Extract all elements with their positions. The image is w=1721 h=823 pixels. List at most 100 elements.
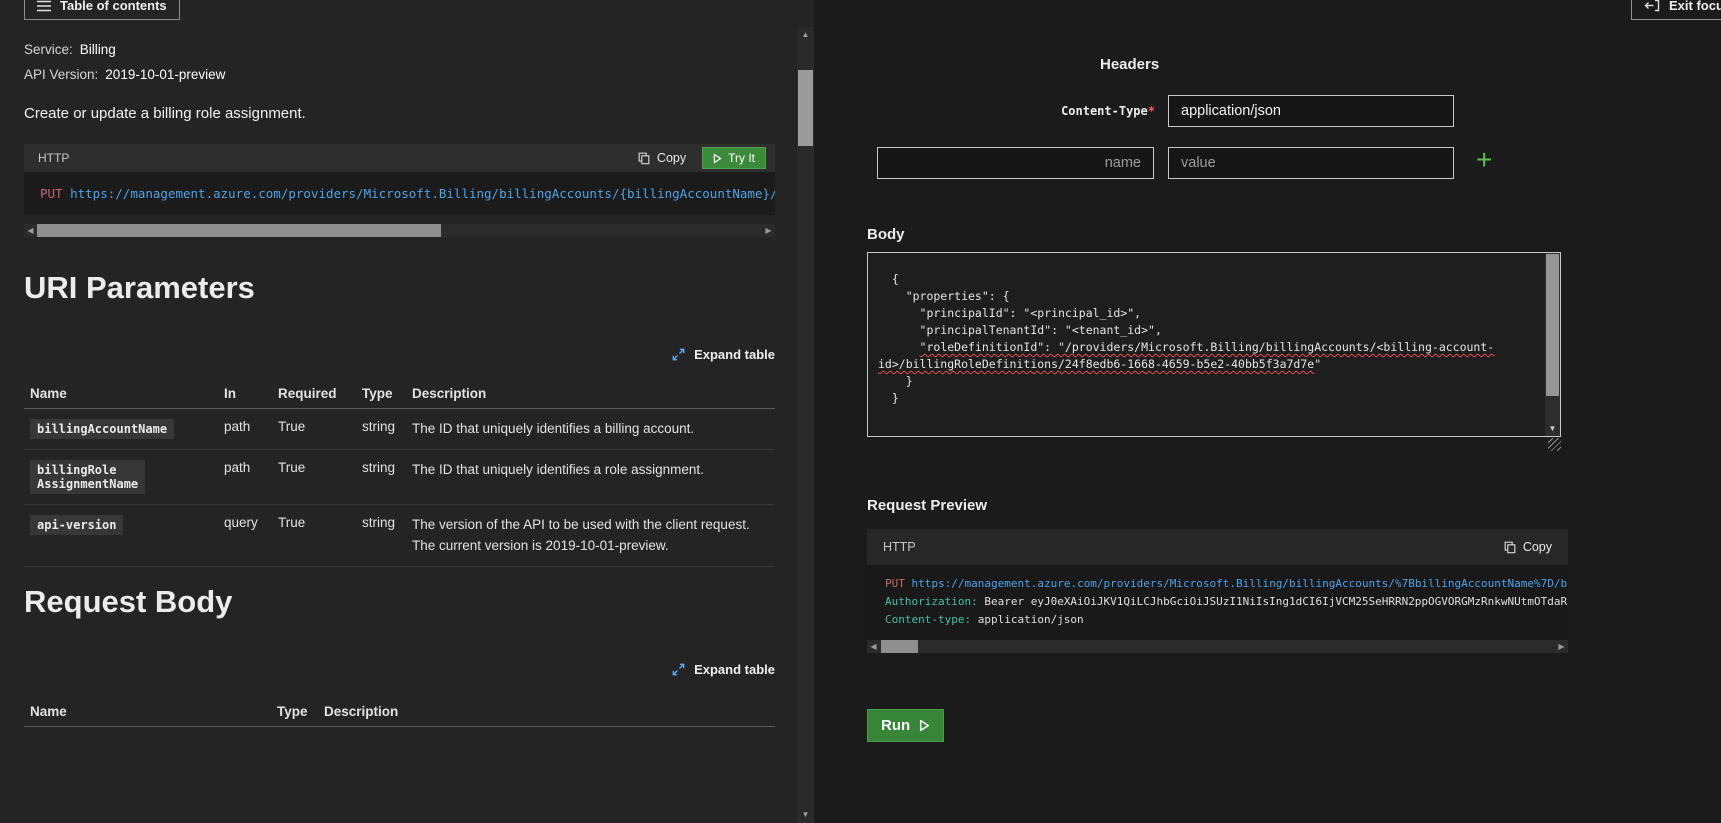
col-type: Type [277,704,324,719]
exit-focus-mode-button[interactable]: Exit focus m [1631,0,1721,20]
col-description: Description [412,386,775,401]
add-header-button[interactable]: + [1476,146,1492,174]
copy-label: Copy [1523,540,1552,554]
json-line: "principalTenantId": "<tenant_id>", [878,322,1541,339]
param-description: The ID that uniquely identifies a role a… [412,460,775,480]
textarea-resize-grip[interactable] [1548,438,1561,451]
run-label: Run [881,717,910,734]
copy-button[interactable]: Copy [1503,540,1552,554]
scroll-left-icon[interactable]: ◀ [867,640,880,653]
run-button[interactable]: Run [867,709,944,742]
json-line: "properties": { [878,288,1541,305]
try-it-console: Exit focus m Headers Content-Type* + Bod… [814,0,1721,823]
table-row: billingRole AssignmentName path True str… [24,450,775,505]
request-body-json[interactable]: { "properties": { "principalId": "<princ… [868,253,1545,436]
json-line: "principalId": "<principal_id>", [878,305,1541,322]
request-url: https://management.azure.com/providers/M… [70,186,775,201]
toc-label: Table of contents [60,0,167,13]
scroll-up-icon[interactable]: ▲ [797,28,814,42]
copy-icon [1503,540,1517,554]
doc-panel: Table of contents Service:Billing API Ve… [0,0,797,823]
code-language-label: HTTP [38,151,69,165]
header-value: Bearer eyJ0eXAiOiJKV1QiLCJhbGciOiJSUzI1N… [984,595,1568,608]
request-preview-code: PUT https://management.azure.com/provide… [867,565,1568,640]
content-type-label: Content-Type* [877,104,1155,118]
copy-button[interactable]: Copy [637,151,686,165]
header-key: Authorization: [885,595,978,608]
exit-focus-icon [1644,0,1660,12]
expand-table-request-body[interactable]: Expand table [24,662,775,677]
json-line: } [878,390,1541,407]
table-row: billingAccountName path True string The … [24,409,775,450]
scroll-down-icon[interactable]: ▼ [797,808,814,822]
json-line: id>/billingRoleDefinitions/24f8edb6-1668… [878,356,1541,373]
scroll-left-icon[interactable]: ◀ [24,224,37,237]
col-description: Description [324,704,775,719]
preview-header: HTTP Copy [867,529,1568,565]
sample-horizontal-scrollbar[interactable]: ◀ ▶ [24,224,775,237]
param-description: The ID that uniquely identifies a billin… [412,419,775,439]
api-version-value: 2019-10-01-preview [105,67,225,82]
preview-line-request: PUT https://management.azure.com/provide… [885,575,1552,593]
col-name: Name [30,704,277,719]
content-type-input[interactable] [1168,95,1454,127]
header-value: application/json [978,613,1084,626]
service-line: Service:Billing [24,42,116,57]
play-icon [713,153,722,164]
copy-label: Copy [657,151,686,165]
col-type: Type [362,386,412,401]
headers-section-title: Headers [1100,56,1159,73]
api-version-line: API Version: 2019-10-01-preview [24,67,225,82]
scrollbar-track[interactable]: ▲ ▼ [797,27,814,823]
service-value: Billing [80,42,116,57]
http-sample-code: PUT https://management.azure.com/provide… [24,172,775,215]
page-vertical-scrollbar[interactable]: ▲ ▼ [797,0,814,823]
api-version-label: API Version: [24,67,98,82]
expand-table-label: Expand table [694,662,775,677]
param-in: path [224,460,278,475]
expand-table-uri-params[interactable]: Expand table [24,347,775,362]
preview-line-authorization: Authorization: Bearer eyJ0eXAiOiJKV1QiLC… [885,593,1552,611]
param-in: path [224,419,278,434]
header-value-input[interactable] [1168,147,1454,179]
param-type: string [362,460,412,475]
required-marker: * [1148,104,1155,118]
spellcheck-underline: id>/billingRoleDefinitions/24f8edb6-1668… [878,357,1314,371]
editor-vertical-scrollbar[interactable]: ▼ [1545,253,1560,436]
param-name: api-version [30,515,123,535]
request-preview-title: Request Preview [867,497,987,514]
scrollbar-thumb[interactable] [881,640,918,653]
param-name: billingAccountName [30,419,174,439]
header-key: Content-type: [885,613,971,626]
spellcheck-underline: "roleDefinitionId": "/providers/Microsof… [920,340,1495,354]
json-line: "roleDefinitionId": "/providers/Microsof… [878,339,1541,356]
json-line: { [878,271,1541,288]
request-preview-block: HTTP Copy PUT https://management.azure.c… [867,529,1568,653]
content-type-label-text: Content-Type [1061,104,1148,118]
expand-icon [671,347,686,362]
table-of-contents-button[interactable]: Table of contents [24,0,180,20]
col-in: In [224,386,278,401]
scroll-right-icon[interactable]: ▶ [762,224,775,237]
param-description: The version of the API to be used with t… [412,515,775,556]
param-type: string [362,515,412,530]
expand-table-label: Expand table [694,347,775,362]
col-required: Required [278,386,362,401]
header-name-input[interactable] [877,147,1154,179]
http-method: PUT [885,577,905,590]
scrollbar-thumb[interactable] [1546,254,1559,396]
scroll-right-icon[interactable]: ▶ [1555,640,1568,653]
hamburger-icon [37,0,51,12]
http-sample-block: HTTP Copy Try It PUT https://management.… [24,144,775,215]
request-body-table: Name Type Description [24,696,775,727]
table-header-row: Name In Required Type Description [24,378,775,409]
scroll-down-icon[interactable]: ▼ [1545,421,1560,436]
scrollbar-thumb[interactable] [37,224,441,237]
request-body-editor[interactable]: { "properties": { "principalId": "<princ… [867,252,1561,437]
preview-horizontal-scrollbar[interactable]: ◀ ▶ [867,640,1568,653]
scrollbar-thumb[interactable] [798,70,813,146]
api-docs-try-it-page: Table of contents Service:Billing API Ve… [0,0,1721,823]
json-line: } [878,373,1541,390]
expand-icon [671,662,686,677]
try-it-button[interactable]: Try It [702,147,766,169]
